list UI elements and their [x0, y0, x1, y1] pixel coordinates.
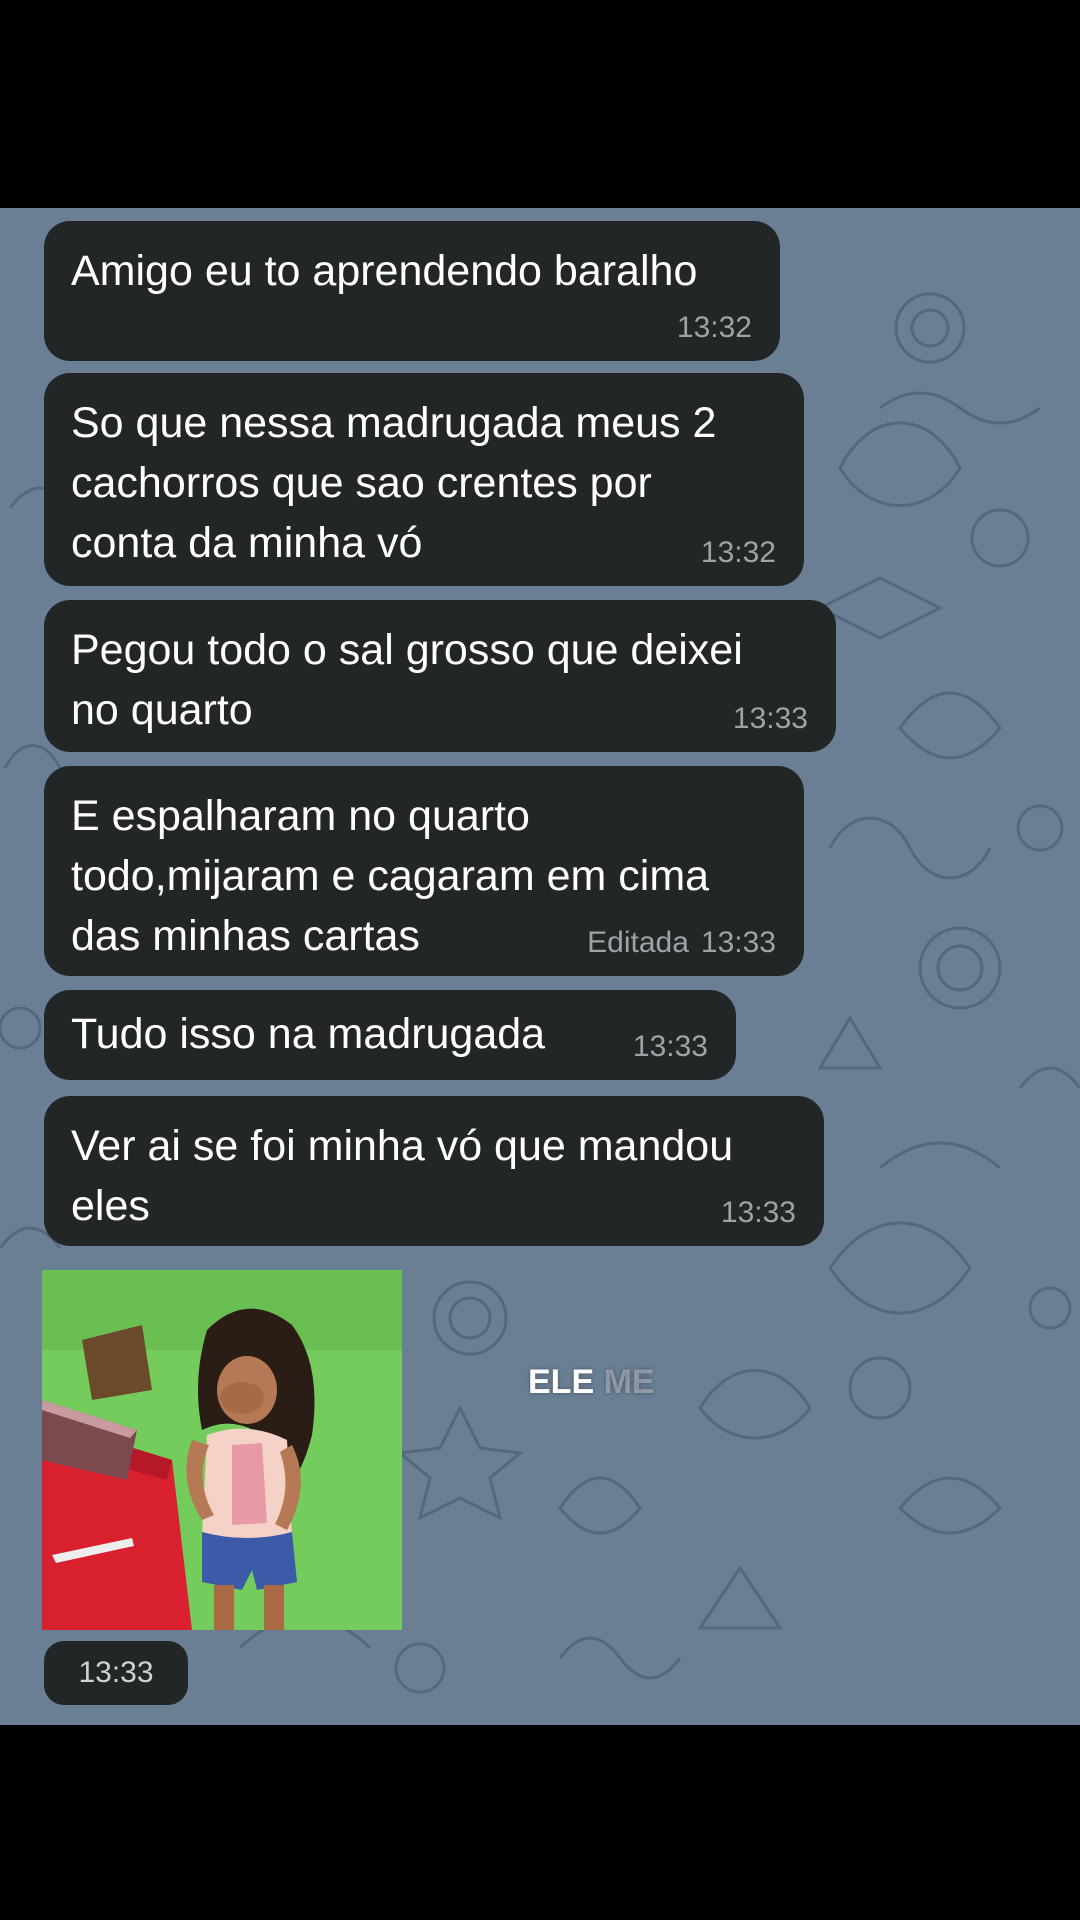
sticker-caption: ELE ME	[528, 1363, 655, 1402]
message-bubble[interactable]: E espalharam no quarto todo,mijaram e ca…	[44, 766, 804, 976]
message-bubble[interactable]: Amigo eu to aprendendo baralho 13:32	[44, 221, 780, 361]
message-time: 13:33	[700, 926, 776, 959]
message-time: 13:32	[700, 536, 776, 569]
message-text: Tudo isso na madrugada	[71, 1010, 546, 1058]
message-text: Pegou todo o sal grosso que deixei no qu…	[71, 626, 743, 734]
message-text: So que nessa madrugada meus 2 cachorros …	[71, 399, 717, 567]
message-time: 13:33	[720, 1196, 796, 1229]
message-text: Amigo eu to aprendendo baralho	[71, 247, 698, 295]
edited-label: Editada	[587, 926, 689, 959]
message-time: 13:33	[632, 1030, 708, 1063]
top-black-bar	[0, 0, 1080, 208]
chat-area[interactable]: Amigo eu to aprendendo baralho 13:32 So …	[0, 208, 1080, 1725]
message-time: 13:33	[732, 702, 808, 735]
message-bubble[interactable]: Pegou todo o sal grosso que deixei no qu…	[44, 600, 836, 752]
message-bubble[interactable]: So que nessa madrugada meus 2 cachorros …	[44, 373, 804, 586]
message-bubble[interactable]: Ver ai se foi minha vó que mandou eles 1…	[44, 1096, 824, 1246]
crying-girl-sticker	[42, 1270, 402, 1630]
message-time: 13:32	[676, 311, 752, 344]
bottom-black-bar	[0, 1725, 1080, 1920]
caption-faded-text: ME	[603, 1363, 655, 1401]
sticker-time-badge: 13:33	[44, 1641, 188, 1705]
message-text: Ver ai se foi minha vó que mandou eles	[71, 1122, 734, 1230]
caption-visible-text: ELE	[528, 1363, 595, 1401]
message-bubble[interactable]: Tudo isso na madrugada 13:33	[44, 990, 736, 1080]
sticker-image[interactable]	[42, 1270, 402, 1630]
